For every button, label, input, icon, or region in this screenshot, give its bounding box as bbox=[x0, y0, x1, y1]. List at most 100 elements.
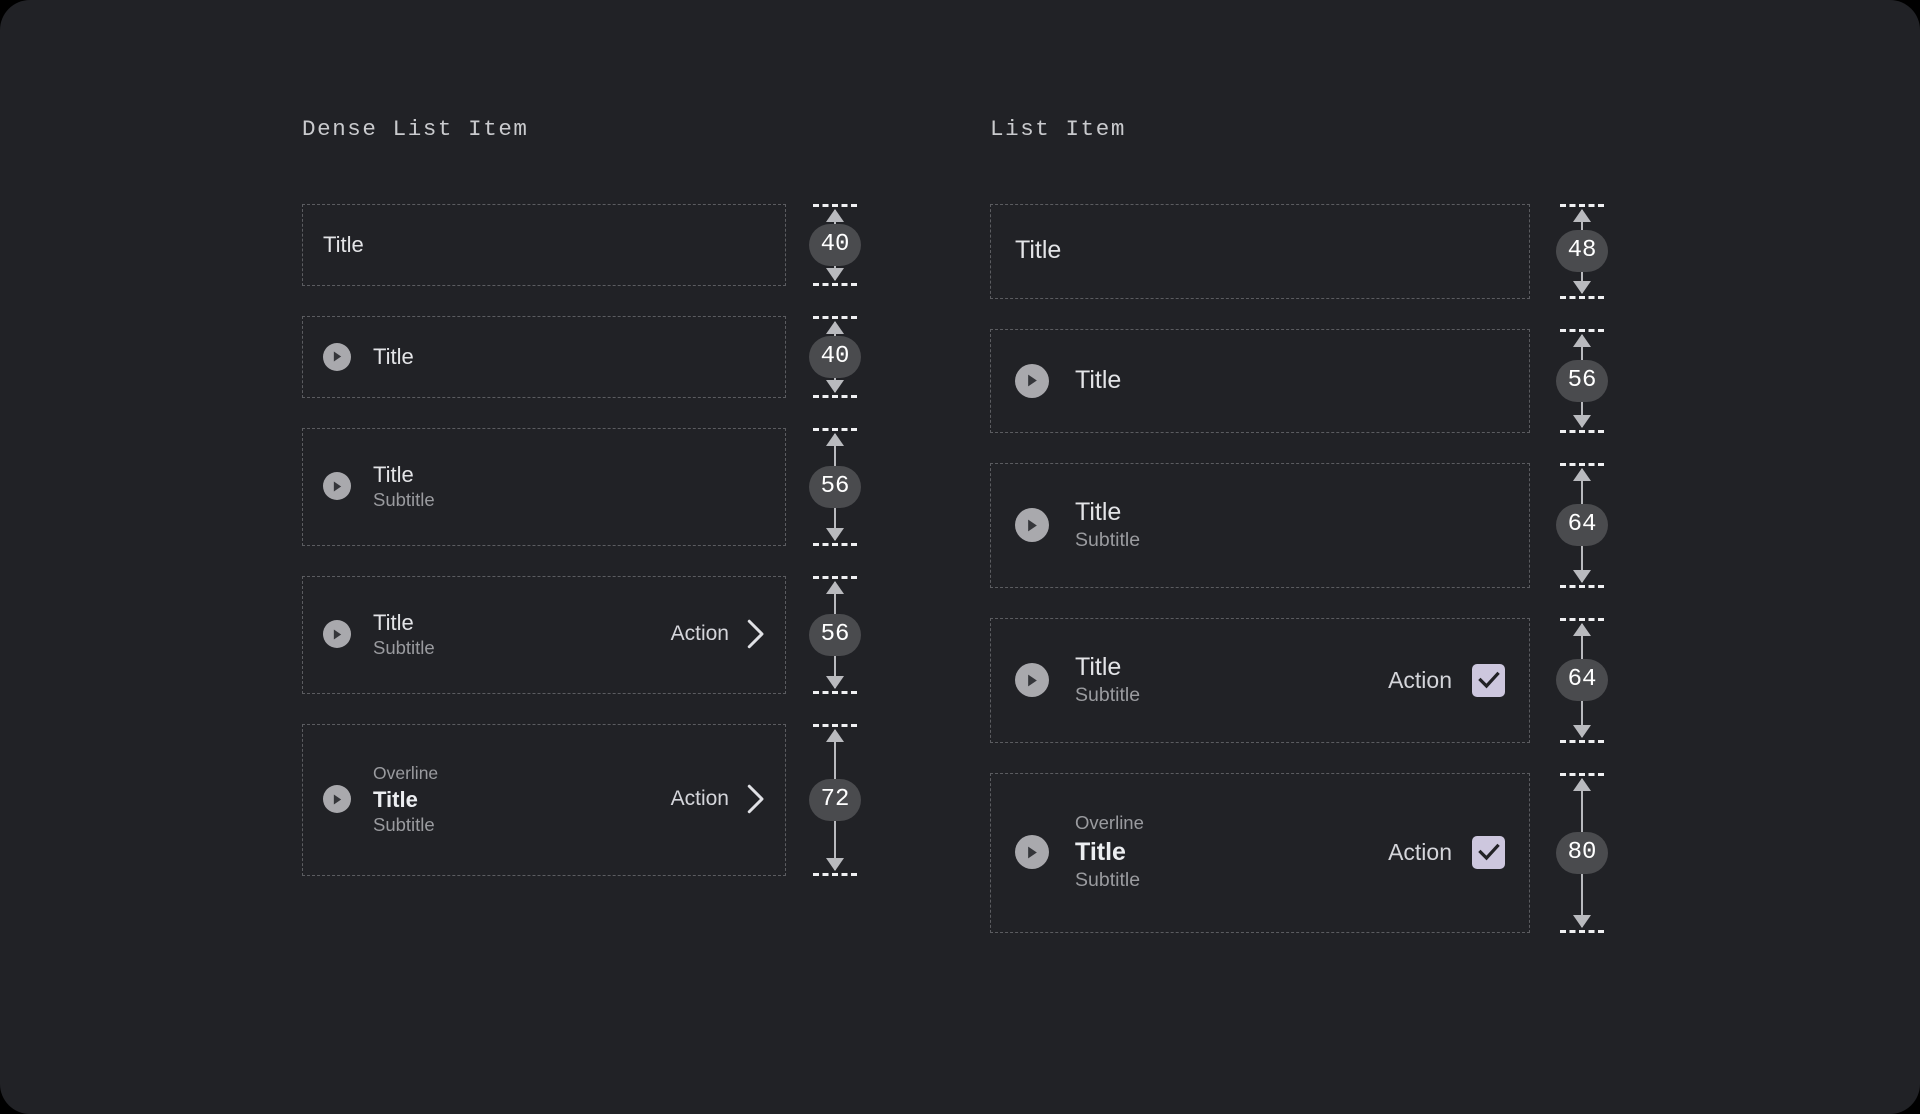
list-item-subtitle: Subtitle bbox=[1075, 683, 1141, 706]
height-badge: 64 bbox=[1556, 659, 1608, 701]
list-item-overline: Overline bbox=[1075, 812, 1144, 834]
list-item-title: Title bbox=[373, 609, 414, 635]
measurement-gutter: 80 bbox=[1544, 772, 1620, 933]
height-badge: 80 bbox=[1556, 831, 1608, 874]
play-circle-icon bbox=[1015, 663, 1049, 697]
measurement-gutter: 56 bbox=[798, 427, 872, 546]
spec-dense-row-overline-title-subtitle-action: Overline Title Subtitle Action 72 bbox=[302, 723, 872, 876]
arrow-up-icon bbox=[826, 432, 844, 446]
measurement-cap-bottom bbox=[813, 542, 857, 546]
measurement-cap-top bbox=[813, 315, 857, 319]
height-badge: 56 bbox=[809, 613, 861, 656]
arrow-up-icon bbox=[1573, 208, 1591, 222]
list-item[interactable]: Overline Title Subtitle Action bbox=[303, 762, 785, 837]
measurement-cap-top bbox=[813, 575, 857, 579]
action-label[interactable]: Action bbox=[671, 622, 729, 646]
list-item[interactable]: Title bbox=[303, 342, 785, 371]
height-badge: 40 bbox=[809, 335, 861, 378]
design-canvas: Dense List Item Title 40 Title 40 Title Subtit… bbox=[0, 0, 1920, 1114]
action-label[interactable]: Action bbox=[1388, 839, 1452, 866]
column-rows: Title 48 Title 56 Title Subtitle 64 Title Subtit… bbox=[990, 203, 1620, 933]
play-circle-icon bbox=[323, 342, 351, 371]
list-item[interactable]: Title Subtitle bbox=[303, 461, 785, 513]
play-circle-icon bbox=[323, 620, 351, 649]
list-item-subtitle: Subtitle bbox=[373, 637, 435, 659]
measurement-cap-bottom bbox=[813, 690, 857, 694]
checkbox-checked-icon[interactable] bbox=[1472, 835, 1505, 869]
play-circle-icon bbox=[323, 472, 351, 501]
spec-bounding-box: Title bbox=[990, 328, 1530, 433]
measurement-gutter: 64 bbox=[1544, 617, 1620, 743]
list-item-subtitle: Subtitle bbox=[373, 489, 435, 511]
list-item-leading-icon[interactable] bbox=[323, 785, 351, 814]
measurement-gutter: 56 bbox=[798, 575, 872, 694]
measurement-cap-top bbox=[1560, 462, 1604, 466]
arrow-down-icon bbox=[1573, 724, 1591, 738]
arrow-up-icon bbox=[826, 320, 844, 334]
list-item-title: Title bbox=[1075, 365, 1122, 394]
list-item-leading-icon[interactable] bbox=[323, 620, 351, 649]
list-item[interactable]: Title Subtitle Action bbox=[991, 652, 1529, 709]
list-item-trailing[interactable]: Action bbox=[1388, 835, 1505, 869]
list-item-trailing[interactable]: Action bbox=[671, 784, 765, 814]
arrow-down-icon bbox=[826, 675, 844, 689]
list-item-text-block: Title bbox=[1015, 235, 1505, 266]
list-item[interactable]: Title bbox=[991, 235, 1529, 266]
chevron-right-icon[interactable] bbox=[747, 784, 765, 814]
list-item-text-block: Title bbox=[323, 231, 765, 259]
spec-bounding-box: Title bbox=[990, 203, 1530, 299]
checkbox-checked-icon[interactable] bbox=[1472, 663, 1505, 697]
action-label[interactable]: Action bbox=[1388, 667, 1452, 694]
list-item-text-block: Title Subtitle bbox=[1075, 652, 1388, 709]
list-item[interactable]: Title bbox=[303, 231, 785, 259]
measurement-gutter: 72 bbox=[798, 723, 872, 876]
chevron-right-icon[interactable] bbox=[747, 619, 765, 649]
list-item-title: Title bbox=[323, 231, 364, 257]
measurement-cap-bottom bbox=[813, 282, 857, 286]
spec-row-icon-title-subtitle: Title Subtitle 64 bbox=[990, 462, 1620, 588]
list-item[interactable]: Title Subtitle Action bbox=[303, 609, 785, 661]
height-badge: 56 bbox=[809, 465, 861, 508]
list-item-leading-icon[interactable] bbox=[1015, 835, 1049, 870]
arrow-down-icon bbox=[826, 379, 844, 393]
list-item-leading-icon[interactable] bbox=[1015, 363, 1049, 398]
spec-bounding-box: Title Subtitle Action bbox=[990, 617, 1530, 743]
measurement-cap-top bbox=[1560, 772, 1604, 776]
spec-dense-row-title-only: Title 40 bbox=[302, 203, 872, 286]
measurement-cap-top bbox=[1560, 203, 1604, 207]
arrow-up-icon bbox=[1573, 333, 1591, 347]
spec-bounding-box: Title Subtitle bbox=[990, 462, 1530, 588]
list-item-subtitle: Subtitle bbox=[1075, 869, 1141, 892]
list-item[interactable]: Title Subtitle bbox=[991, 497, 1529, 554]
spec-bounding-box: Overline Title Subtitle Action bbox=[302, 723, 786, 876]
list-item-trailing[interactable]: Action bbox=[1388, 663, 1505, 697]
list-item-leading-icon[interactable] bbox=[1015, 663, 1049, 697]
list-item-text-block: Title Subtitle bbox=[1075, 497, 1505, 554]
list-item-title: Title bbox=[1075, 838, 1126, 867]
spec-bounding-box: Overline Title Subtitle Action bbox=[990, 772, 1530, 933]
measurement-cap-bottom bbox=[1560, 295, 1604, 299]
height-badge: 40 bbox=[809, 223, 861, 266]
list-item-text-block: Title bbox=[1075, 365, 1505, 396]
height-badge: 56 bbox=[1556, 359, 1608, 402]
list-item[interactable]: Overline Title Subtitle Action bbox=[991, 811, 1529, 894]
list-item[interactable]: Title bbox=[991, 363, 1529, 398]
arrow-down-icon bbox=[1573, 414, 1591, 428]
list-item-trailing[interactable]: Action bbox=[671, 619, 765, 649]
arrow-up-icon bbox=[1573, 467, 1591, 481]
measurement-cap-bottom bbox=[1560, 929, 1604, 933]
arrow-up-icon bbox=[826, 728, 844, 742]
list-item-leading-icon[interactable] bbox=[323, 472, 351, 501]
measurement-cap-bottom bbox=[813, 394, 857, 398]
list-item-title: Title bbox=[1075, 652, 1122, 681]
action-label[interactable]: Action bbox=[671, 787, 729, 811]
arrow-up-icon bbox=[826, 580, 844, 594]
play-circle-icon bbox=[1015, 508, 1049, 542]
list-item-text-block: Overline Title Subtitle bbox=[373, 762, 671, 837]
list-item-leading-icon[interactable] bbox=[323, 342, 351, 371]
list-item-text-block: Overline Title Subtitle bbox=[1075, 811, 1388, 894]
list-item-title: Title bbox=[373, 786, 418, 812]
measurement-gutter: 64 bbox=[1544, 462, 1620, 588]
list-item-leading-icon[interactable] bbox=[1015, 508, 1049, 542]
measurement-cap-top bbox=[1560, 617, 1604, 621]
